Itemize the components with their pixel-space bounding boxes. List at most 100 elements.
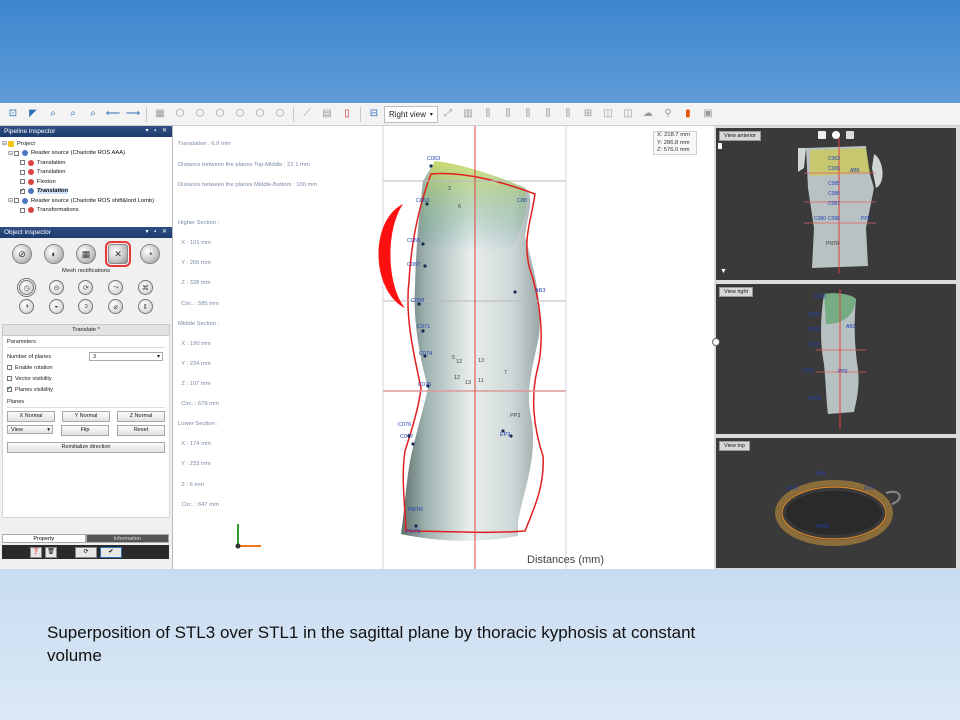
planes-icon[interactable]: ⫼	[540, 106, 556, 122]
reset-button[interactable]: Reset	[117, 425, 165, 436]
zoom-fit-icon[interactable]: ⌕	[85, 106, 101, 122]
vector-visibility-checkbox[interactable]	[7, 376, 12, 381]
y-normal-button[interactable]: Y Normal	[62, 411, 110, 422]
panel-icon[interactable]: ▣	[700, 106, 716, 122]
enable-rotation-checkbox[interactable]	[7, 365, 12, 370]
checkbox[interactable]	[20, 207, 25, 213]
planes-visibility-row[interactable]: Planes visibility	[7, 384, 165, 395]
checkbox[interactable]	[20, 179, 25, 185]
rotate-icon[interactable]: ⟳	[78, 280, 94, 295]
tree-item-translation-1[interactable]: Translation	[0, 158, 172, 168]
planes-icon[interactable]: ⫼	[560, 106, 576, 122]
view-top-label[interactable]: View top	[719, 441, 750, 451]
cube-icon[interactable]: ⬡	[172, 106, 188, 122]
flexion-icon[interactable]: ⤳	[108, 280, 124, 295]
marker-label: 7	[504, 370, 508, 376]
translate-icon[interactable]: ◷	[17, 278, 37, 297]
cut-tool-icon[interactable]: ⊘	[12, 244, 32, 264]
vector-visibility-row[interactable]: Vector visibility	[7, 373, 165, 384]
cylinder-icon[interactable]: ▯	[339, 106, 355, 122]
pointer-icon[interactable]: ◤	[25, 106, 41, 122]
flip-button[interactable]: Flip	[61, 425, 109, 436]
right-view[interactable]: View right C063 C065 C080 C087 C091 AB3 …	[716, 284, 956, 434]
reader-icon[interactable]: ⊡	[5, 106, 21, 122]
curve-icon[interactable]: ↄ	[78, 299, 94, 314]
panel-controls-icon[interactable]: ▾ ▪ ✕	[146, 126, 170, 137]
color-map-icon[interactable]: ▮	[680, 106, 696, 122]
mesh-icon[interactable]: ◫	[600, 106, 616, 122]
view-icon[interactable]	[818, 131, 826, 139]
apply-check-icon[interactable]: ✔	[100, 546, 122, 558]
smooth-tool-icon[interactable]: ◐	[44, 244, 64, 264]
translate-header: Translate *	[2, 324, 170, 336]
tree-item-reader-source-2[interactable]: ⊟ Reader source (Charlotte ROS shift&lor…	[0, 196, 172, 206]
zoom-in-icon[interactable]: ⌕	[45, 106, 61, 122]
view-anterior-label[interactable]: View anterior	[719, 131, 761, 141]
tree-item-flexion[interactable]: Flexion	[0, 177, 172, 187]
mesh-icon[interactable]: ◫	[620, 106, 636, 122]
stretch-icon[interactable]: ⇕	[137, 299, 153, 314]
cube-icon[interactable]: ⬡	[252, 106, 268, 122]
refresh-icon[interactable]: ⟳	[75, 546, 97, 558]
cube-icon[interactable]: ⬡	[212, 106, 228, 122]
splitter-handle[interactable]	[712, 338, 720, 346]
fit-icon[interactable]: ⤢	[440, 106, 456, 122]
view-icon[interactable]: ⊟	[366, 106, 382, 122]
checkbox[interactable]	[20, 160, 25, 166]
planes-icon[interactable]: ⫼	[480, 106, 496, 122]
play-icon[interactable]: ▼	[720, 268, 727, 275]
checkbox[interactable]	[14, 198, 19, 204]
twist-icon[interactable]: ⌘	[137, 280, 153, 295]
measure-tool-icon[interactable]: ◔	[140, 244, 160, 264]
delete-icon[interactable]: 🗑	[45, 546, 57, 558]
z-normal-button[interactable]: Z Normal	[117, 411, 165, 422]
help-icon[interactable]: ❓	[30, 546, 42, 558]
tree-item-translation-2[interactable]: Translation	[0, 168, 172, 178]
panel-controls-icon[interactable]: ▾ ▪ ✕	[146, 227, 170, 238]
rectification-tool-icon[interactable]: ✕	[105, 241, 131, 267]
push-icon[interactable]: ◒	[48, 299, 64, 314]
pinch-icon[interactable]: ⌀	[108, 299, 124, 314]
planes-icon[interactable]: ⫼	[500, 106, 516, 122]
checkbox[interactable]	[20, 187, 25, 194]
x-normal-button[interactable]: X Normal	[7, 411, 55, 422]
tree-item-reader-source-1[interactable]: ⊟ Reader source (Charlotte ROS AAA)	[0, 149, 172, 159]
view-select[interactable]: Right view ▾	[384, 105, 438, 123]
shrink-icon[interactable]: ⊝	[48, 280, 64, 295]
tree-item-project[interactable]: ⊟ Project	[0, 139, 172, 149]
zoom-out-icon[interactable]: ⌕	[65, 106, 81, 122]
planes-visibility-checkbox[interactable]	[7, 385, 12, 392]
tab-information[interactable]: Information	[85, 534, 169, 543]
view-icon[interactable]	[846, 131, 854, 139]
reinitialize-direction-button[interactable]: Reinitialize direction	[7, 442, 165, 453]
tree-item-translation-selected[interactable]: Translation	[0, 187, 172, 197]
cube-icon[interactable]: ⬡	[232, 106, 248, 122]
cube-icon[interactable]: ⬡	[192, 106, 208, 122]
lighting-icon[interactable]: ☁	[640, 106, 656, 122]
grid-icon[interactable]: ▦	[152, 106, 168, 122]
checkbox[interactable]	[14, 150, 19, 156]
tab-property[interactable]: Property	[2, 534, 86, 543]
mesh-tool-icon[interactable]: ▦	[76, 244, 96, 264]
layout-icon[interactable]: ▥	[460, 106, 476, 122]
view-select[interactable]: View ▾	[7, 425, 53, 434]
top-view[interactable]: View top AB3 C070 PP3 PNTR	[716, 438, 956, 568]
undo-icon[interactable]: ⟵	[105, 106, 121, 122]
redo-icon[interactable]: ⟶	[125, 106, 141, 122]
number-of-planes-select[interactable]: 3	[89, 352, 163, 362]
main-3d-viewport[interactable]: C063 C063 C065 C067 C068 C071 C074 C075 …	[173, 126, 714, 569]
view-right-label[interactable]: View right	[719, 287, 754, 297]
planes-icon[interactable]: ⫼	[520, 106, 536, 122]
ruler-icon[interactable]: ⟋	[299, 106, 315, 122]
bulge-icon[interactable]: ◑	[19, 299, 35, 314]
scroll-marker-icon[interactable]	[718, 143, 722, 149]
slice-icon[interactable]: ▤	[319, 106, 335, 122]
tree-item-transformations[interactable]: Transformations	[0, 206, 172, 216]
anterior-view[interactable]: View anterior ▼ C063 C065 C086 C087 C088…	[716, 128, 956, 280]
checkbox[interactable]	[20, 169, 25, 175]
search-icon[interactable]: ⚲	[660, 106, 676, 122]
enable-rotation-row[interactable]: Enable rotation	[7, 362, 165, 373]
cube-icon[interactable]: ⬡	[272, 106, 288, 122]
scan-icon[interactable]: ⊞	[580, 106, 596, 122]
view-icon[interactable]	[832, 131, 840, 139]
